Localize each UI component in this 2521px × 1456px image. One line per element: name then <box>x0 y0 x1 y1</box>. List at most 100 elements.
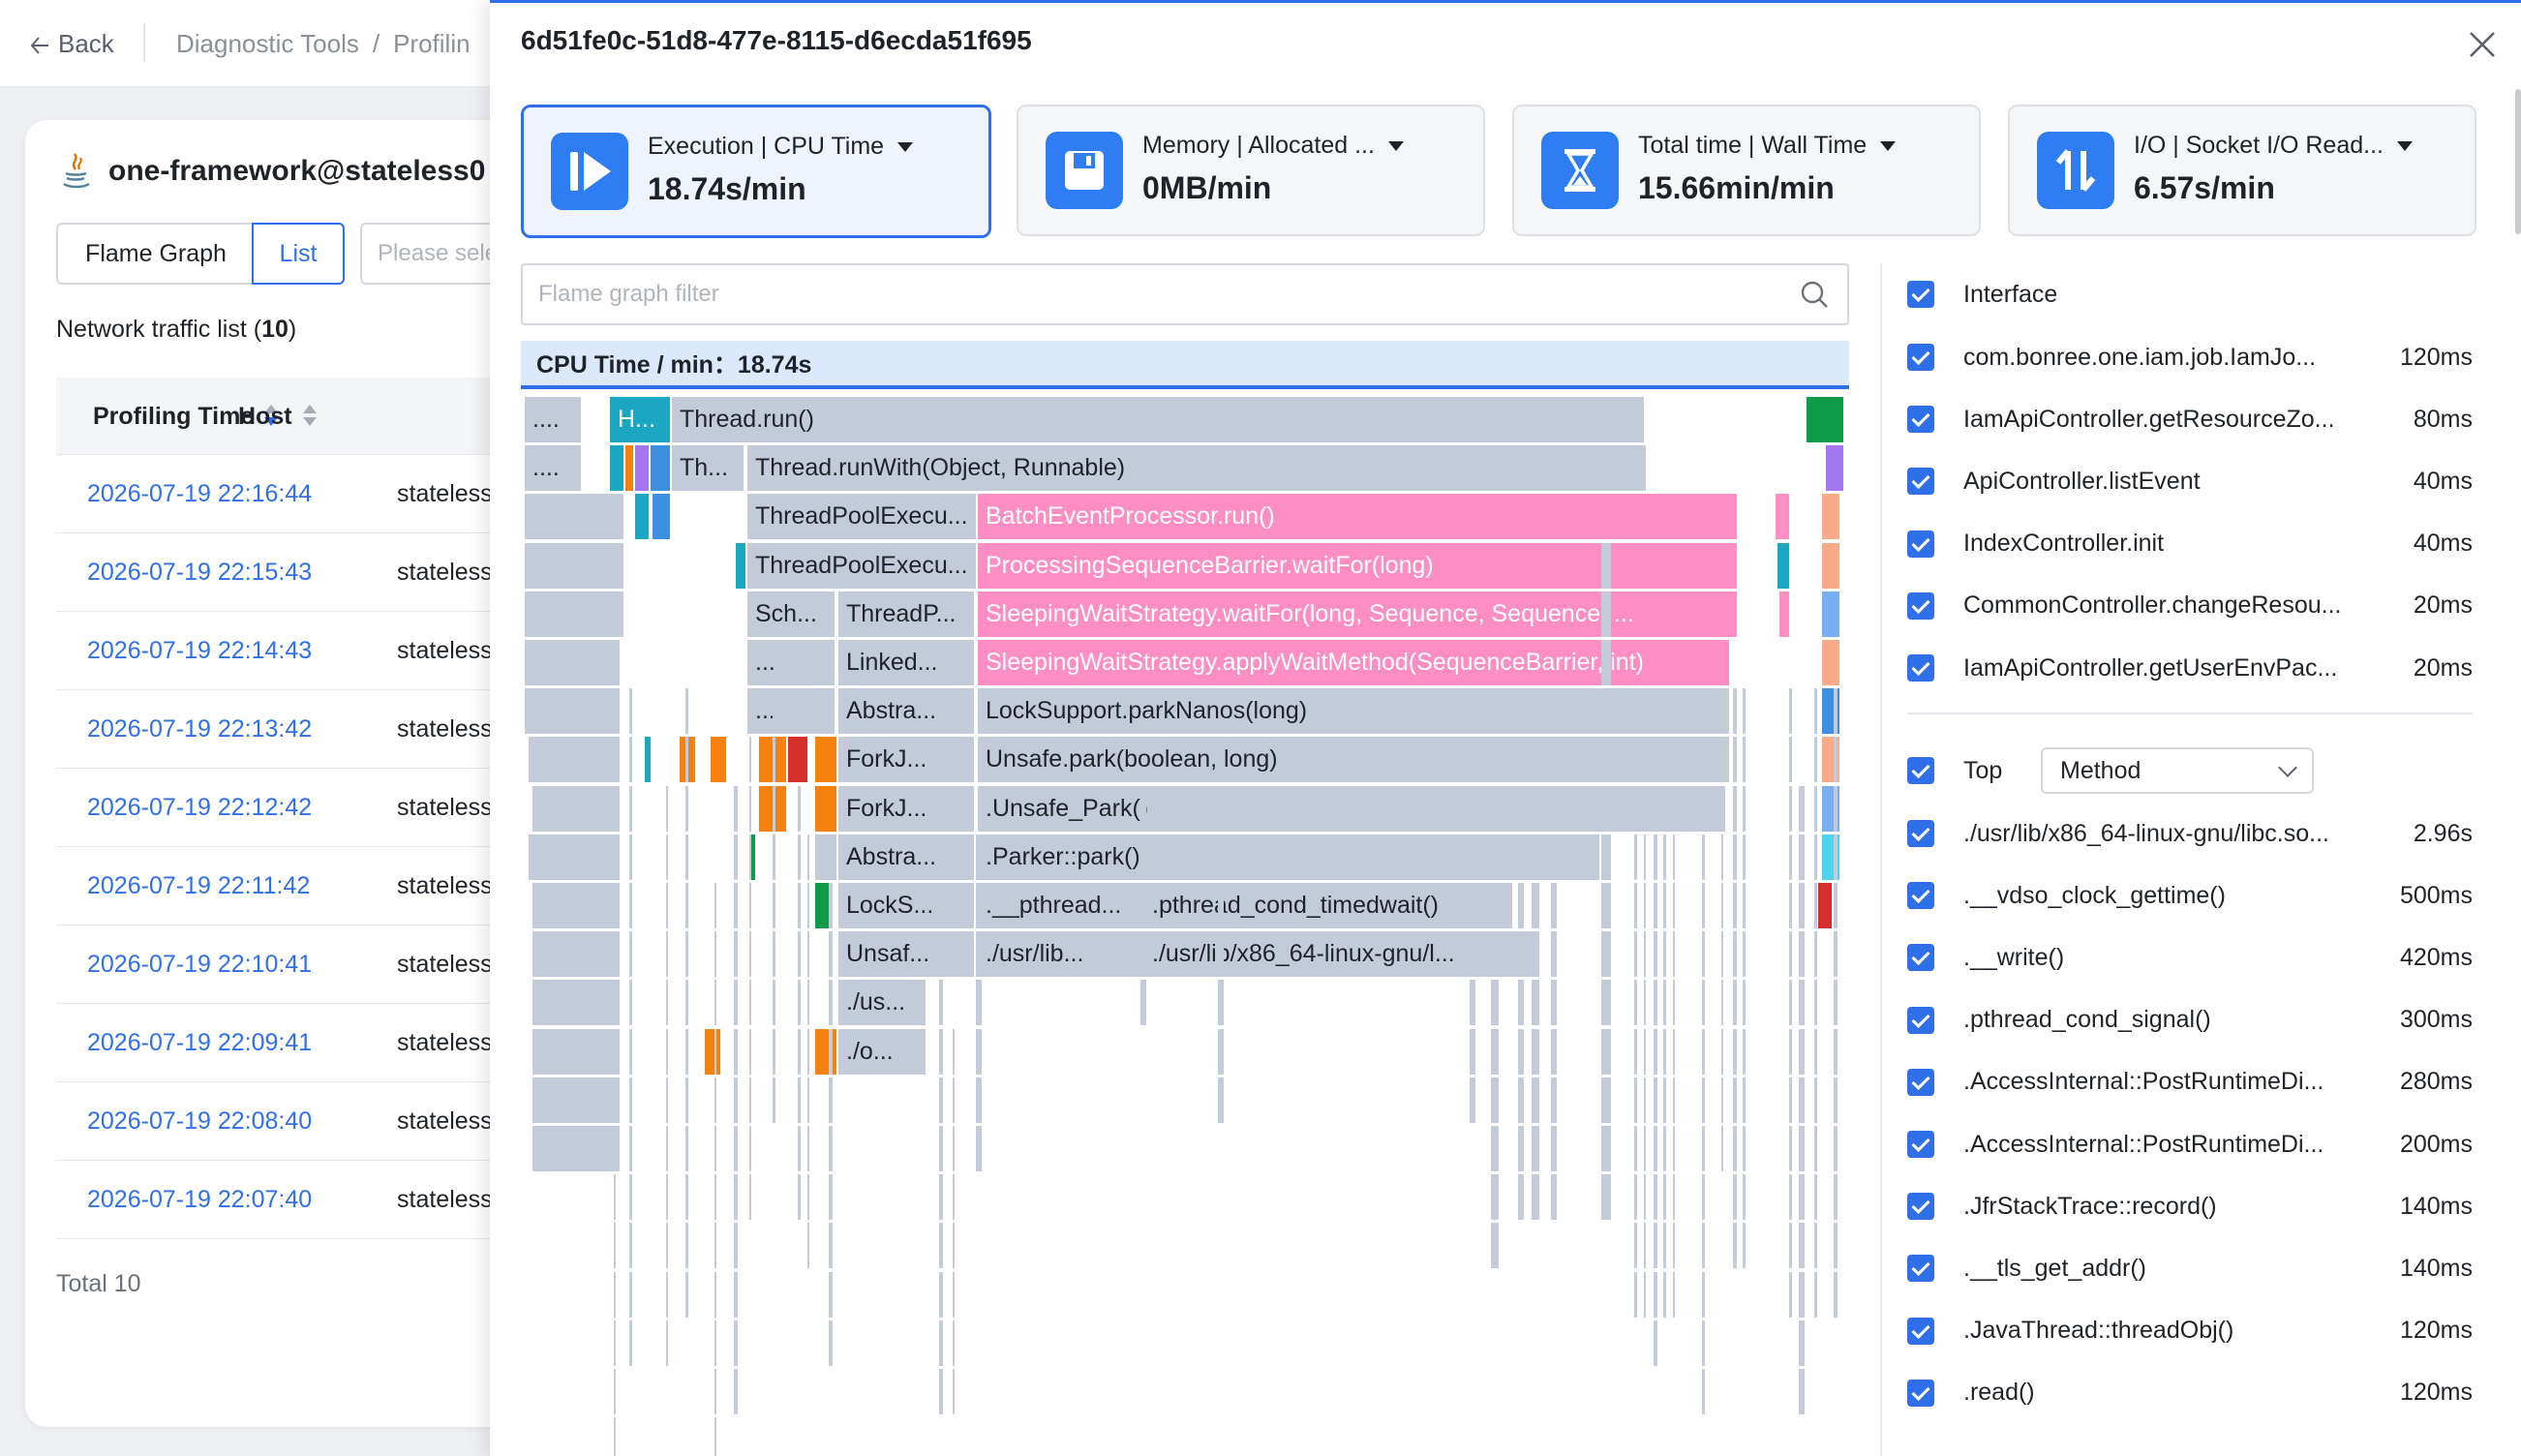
flame-frame[interactable] <box>829 1320 833 1366</box>
flame-frame[interactable] <box>1601 834 1611 880</box>
flame-frame[interactable] <box>1644 1271 1646 1318</box>
flame-frame[interactable] <box>645 737 651 783</box>
flame-frame[interactable] <box>1654 931 1657 978</box>
flame-frame[interactable] <box>1721 737 1723 783</box>
flame-frame[interactable] <box>773 785 775 832</box>
top-item[interactable]: .AccessInternal::PostRuntimeDi... 280ms <box>1907 1051 2473 1113</box>
profiling-time-link[interactable]: 2026-07-19 22:15:43 <box>87 533 312 611</box>
flame-frame[interactable] <box>614 1271 616 1318</box>
flame-frame[interactable] <box>550 688 554 735</box>
flame-frame[interactable] <box>666 1223 668 1269</box>
flame-frame[interactable] <box>773 980 775 1026</box>
flame-frame[interactable] <box>1789 785 1792 832</box>
flame-frame[interactable] <box>629 1028 632 1075</box>
table-row[interactable]: 2026-07-19 22:12:42 stateless <box>56 769 560 847</box>
flame-frame[interactable] <box>1491 1223 1499 1269</box>
flame-frame[interactable] <box>1663 980 1666 1026</box>
flame-frame[interactable] <box>1822 640 1839 685</box>
flame-frame[interactable] <box>976 980 982 1026</box>
flame-frame[interactable] <box>1601 931 1611 978</box>
flame-frame[interactable] <box>976 931 982 978</box>
flame-frame[interactable] <box>1634 834 1637 880</box>
flame-frame[interactable] <box>685 1174 688 1221</box>
checkbox-checked-icon[interactable] <box>1907 1379 1934 1407</box>
flame-frame[interactable] <box>1826 445 1843 492</box>
flame-frame[interactable] <box>1673 1174 1675 1221</box>
flame-frame[interactable] <box>1634 1223 1637 1269</box>
flame-frame[interactable] <box>1644 834 1646 880</box>
top-item[interactable]: .JfrStackTrace::record() 140ms <box>1907 1175 2473 1237</box>
flame-frame[interactable] <box>1733 883 1737 928</box>
flame-frame[interactable] <box>714 1369 716 1414</box>
table-row[interactable]: 2026-07-19 22:15:43 stateless <box>56 533 560 612</box>
flame-frame[interactable] <box>685 1028 688 1075</box>
flame-frame[interactable] <box>1644 1126 1646 1171</box>
flame-frame[interactable] <box>666 785 668 832</box>
flame-frame[interactable] <box>1721 1028 1723 1075</box>
flame-frame[interactable] <box>1799 1223 1805 1269</box>
flame-frame[interactable] <box>1673 980 1675 1026</box>
flame-frame[interactable] <box>976 1028 982 1075</box>
flame-frame[interactable] <box>1834 980 1838 1026</box>
checkbox-checked-icon[interactable] <box>1907 757 1934 784</box>
flame-frame[interactable] <box>562 688 567 735</box>
flame-frame[interactable] <box>798 1126 801 1171</box>
flame-frame[interactable]: ./usr/lib/x86_64-linux-gnu/l... <box>1144 931 1535 978</box>
table-row[interactable]: 2026-07-19 22:13:42 stateless <box>56 690 560 769</box>
flame-frame[interactable] <box>807 834 809 880</box>
flame-frame[interactable] <box>1814 834 1817 880</box>
flame-frame[interactable] <box>550 737 554 783</box>
flame-frame[interactable] <box>614 1417 616 1456</box>
flame-frame[interactable] <box>562 640 567 685</box>
top-item[interactable]: ./usr/lib/x86_64-linux-gnu/libc.so... 2.9… <box>1907 803 2473 864</box>
flame-frame[interactable] <box>1702 1369 1705 1414</box>
flame-frame[interactable] <box>614 980 616 1026</box>
flame-frame[interactable] <box>1733 1223 1737 1269</box>
flame-frame[interactable] <box>685 1223 688 1269</box>
flame-frame[interactable] <box>939 1077 943 1123</box>
flame-frame[interactable] <box>1743 737 1746 783</box>
flame-frame[interactable] <box>685 980 688 1026</box>
flame-frame[interactable] <box>1218 883 1224 928</box>
flame-frame[interactable] <box>1743 1028 1746 1075</box>
flame-frame[interactable] <box>749 785 751 832</box>
flame-frame[interactable] <box>1733 785 1737 832</box>
checkbox-checked-icon[interactable] <box>1907 944 1934 972</box>
flame-frame[interactable] <box>1601 542 1611 589</box>
flame-frame[interactable] <box>939 1223 943 1269</box>
flame-frame[interactable] <box>749 834 751 880</box>
flame-frame[interactable] <box>953 1028 955 1075</box>
flame-frame[interactable] <box>1789 980 1792 1026</box>
flame-frame[interactable]: .... <box>525 445 581 492</box>
flame-frame[interactable] <box>749 1126 751 1171</box>
interface-item[interactable]: IamApiController.getUserEnvPac... 20ms <box>1907 637 2473 699</box>
flame-frame[interactable] <box>1721 883 1723 928</box>
flame-frame[interactable] <box>798 1174 801 1221</box>
flame-frame[interactable] <box>666 1271 668 1318</box>
profiling-time-link[interactable]: 2026-07-19 22:14:43 <box>87 612 312 689</box>
flame-frame[interactable] <box>614 785 616 832</box>
flame-frame[interactable] <box>1702 931 1705 978</box>
flame-frame[interactable] <box>1663 1126 1666 1171</box>
flame-frame[interactable] <box>1814 1126 1817 1171</box>
flame-frame[interactable] <box>1654 834 1657 880</box>
flame-frame[interactable] <box>798 931 801 978</box>
flame-frame[interactable] <box>532 542 620 589</box>
checkbox-checked-icon[interactable] <box>1907 1006 1934 1034</box>
interface-item[interactable]: com.bonree.one.iam.job.IamJo... 120ms <box>1907 326 2473 388</box>
flame-frame[interactable] <box>1601 1174 1611 1221</box>
search-icon[interactable] <box>1799 279 1830 310</box>
flame-frame[interactable] <box>1663 931 1666 978</box>
flame-frame[interactable] <box>1733 688 1737 735</box>
checkbox-checked-icon[interactable] <box>1907 882 1934 910</box>
flame-frame[interactable] <box>1551 1077 1557 1123</box>
flame-frame[interactable] <box>1733 834 1737 880</box>
flame-frame[interactable] <box>532 1126 620 1171</box>
flame-frame[interactable] <box>953 1369 955 1414</box>
flame-frame[interactable] <box>953 1174 955 1221</box>
flame-frame[interactable] <box>1491 1028 1499 1075</box>
flame-frame[interactable] <box>1743 1077 1746 1123</box>
flame-frame[interactable] <box>829 980 833 1026</box>
flame-frame[interactable] <box>629 980 632 1026</box>
flame-frame[interactable] <box>976 883 982 928</box>
